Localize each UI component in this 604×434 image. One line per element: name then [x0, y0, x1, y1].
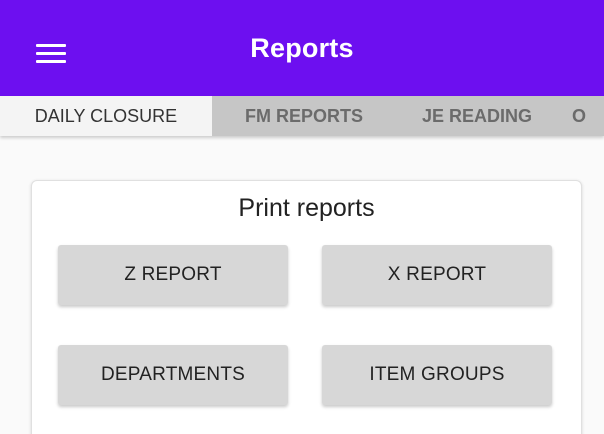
departments-button[interactable]: DEPARTMENTS [58, 345, 288, 405]
print-reports-card: Print reports Z REPORT X REPORT DEPARTME… [31, 180, 582, 434]
item-groups-button[interactable]: ITEM GROUPS [322, 345, 552, 405]
tab-je-reading[interactable]: JE READING [394, 96, 560, 136]
tab-overflow[interactable]: O [572, 96, 604, 136]
tab-bar: DAILY CLOSURE FM REPORTS JE READING O [0, 96, 604, 136]
tab-daily-closure[interactable]: DAILY CLOSURE [0, 96, 212, 136]
reports-screen: Reports DAILY CLOSURE FM REPORTS JE READ… [0, 0, 604, 434]
app-bar: Reports [0, 0, 604, 96]
page-title: Reports [250, 33, 354, 63]
tab-fm-reports[interactable]: FM REPORTS [214, 96, 394, 136]
active-tab-indicator [0, 133, 212, 136]
card-title: Print reports [238, 194, 375, 222]
z-report-button[interactable]: Z REPORT [58, 245, 288, 305]
x-report-button[interactable]: X REPORT [322, 245, 552, 305]
